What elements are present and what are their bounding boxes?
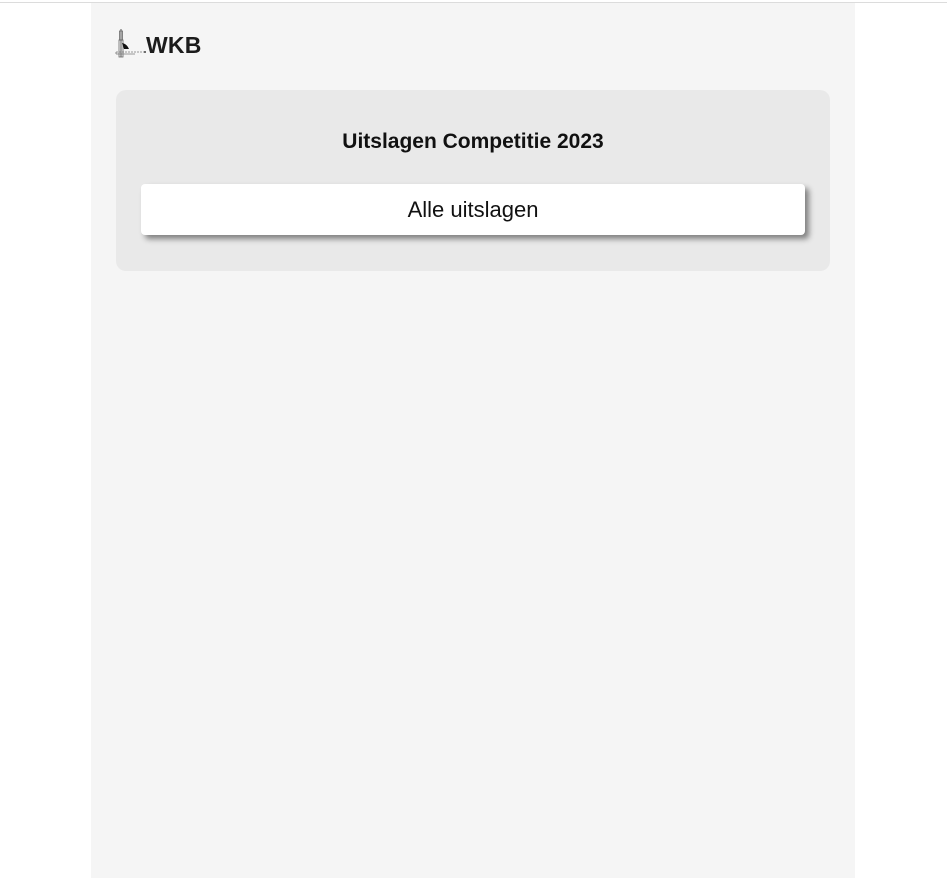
bowls-player-logo-icon xyxy=(115,29,146,58)
page-container: WKB Uitslagen Competitie 2023 Alle uitsl… xyxy=(91,3,855,878)
results-card: Uitslagen Competitie 2023 Alle uitslagen xyxy=(116,90,830,271)
site-logo[interactable]: WKB xyxy=(115,27,202,61)
card-title: Uitslagen Competitie 2023 xyxy=(342,130,604,153)
all-results-button[interactable]: Alle uitslagen xyxy=(141,184,805,235)
logo-text: WKB xyxy=(146,32,202,58)
